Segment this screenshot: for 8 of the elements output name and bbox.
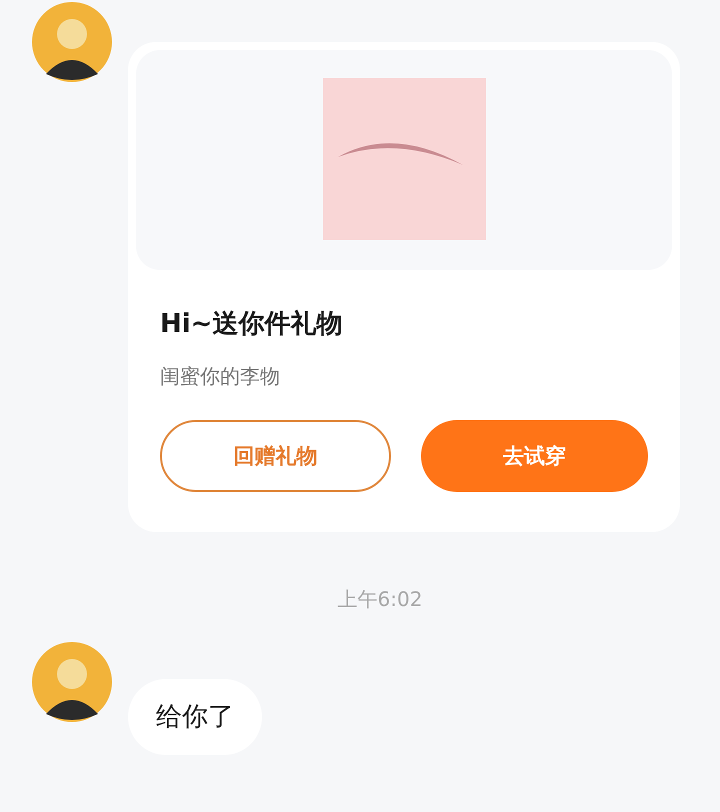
timestamp: 上午6:02	[338, 586, 422, 612]
card-title: Hi~送你件礼物	[160, 308, 344, 340]
card-subtitle: 闺蜜你的李物	[160, 363, 281, 390]
avatar[interactable]	[32, 642, 112, 722]
try-on-button[interactable]: 去试穿	[421, 420, 648, 492]
avatar[interactable]	[32, 2, 112, 82]
message-bubble: 给你了	[128, 679, 262, 755]
return-gift-button[interactable]: 回赠礼物	[160, 420, 391, 492]
